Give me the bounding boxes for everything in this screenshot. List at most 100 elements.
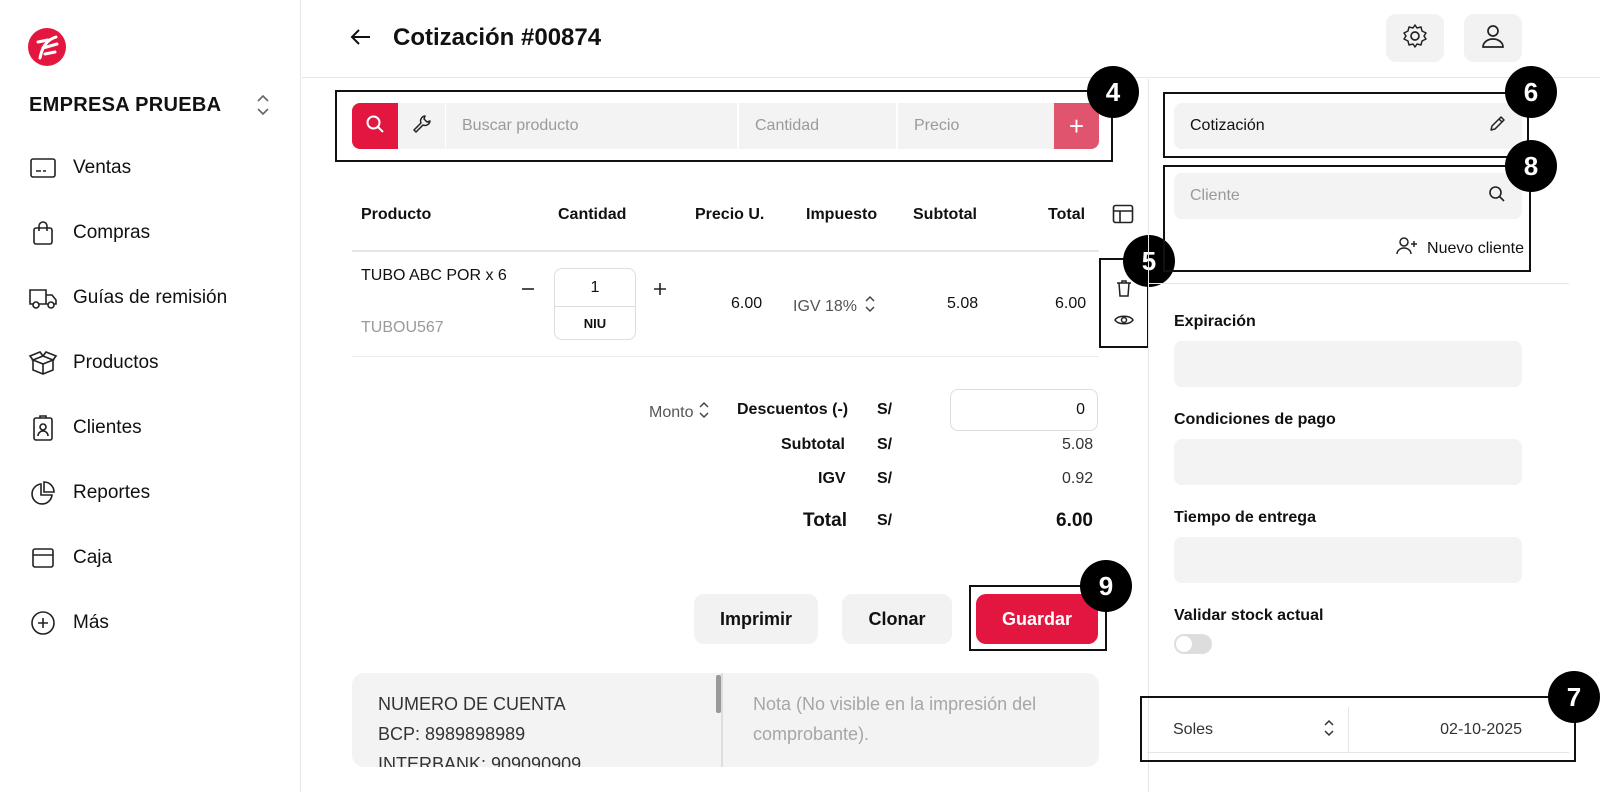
validate-stock-toggle[interactable] [1174, 634, 1212, 654]
note-input[interactable]: Nota (No visible en la impresión del com… [753, 689, 1083, 749]
annotation-badge: 9 [1080, 560, 1132, 612]
sidebar-item-label: Clientes [73, 417, 142, 438]
plus-circle-icon [28, 609, 58, 637]
user-icon [1480, 23, 1506, 54]
product-name: TUBO ABC POR x 6 [361, 267, 507, 284]
sidebar-item-label: Productos [73, 352, 159, 373]
scrollbar[interactable] [716, 675, 721, 713]
user-button[interactable] [1464, 14, 1522, 62]
search-button[interactable] [352, 103, 398, 149]
sidebar-item-reportes[interactable]: Reportes [28, 475, 268, 511]
product-search-input[interactable] [446, 103, 739, 149]
sidebar-item-ventas[interactable]: Ventas [28, 150, 268, 186]
chevron-up-down-icon [865, 295, 875, 318]
expiration-field[interactable] [1174, 341, 1522, 387]
table-header-divider [352, 250, 1099, 252]
top-header: Cotización #00874 [302, 0, 1600, 78]
new-client-label: Nuevo cliente [1427, 239, 1524, 257]
payment-terms-field[interactable] [1174, 439, 1522, 485]
discount-mode-value: Monto [649, 403, 694, 421]
pie-chart-icon [28, 479, 58, 507]
print-button[interactable]: Imprimir [694, 594, 818, 644]
column-header-quantity: Cantidad [558, 206, 627, 223]
company-selector[interactable]: EMPRESA PRUEBA [29, 92, 279, 118]
payment-terms-label: Condiciones de pago [1174, 411, 1336, 428]
sidebar-item-clientes[interactable]: Clientes [28, 410, 268, 446]
row-total: 6.00 [1055, 295, 1087, 312]
clone-button[interactable]: Clonar [842, 594, 952, 644]
right-panel-bottom-divider [1147, 752, 1569, 753]
search-icon[interactable] [1488, 185, 1506, 208]
client-placeholder: Cliente [1190, 187, 1240, 204]
gear-icon [1402, 23, 1428, 54]
sidebar-item-productos[interactable]: Productos [28, 345, 268, 381]
row-tax-selector[interactable]: IGV 18% [793, 295, 875, 318]
discount-mode-selector[interactable]: Monto [649, 401, 709, 424]
currency-symbol: S/ [877, 436, 893, 453]
wrench-icon [412, 114, 432, 139]
sidebar-item-mas[interactable]: Más [28, 605, 268, 641]
notes-area: NUMERO DE CUENTA BCP: 8989898989 INTERBA… [352, 673, 1099, 767]
sidebar-item-compras[interactable]: Compras [28, 215, 268, 251]
monitor-icon [28, 154, 58, 182]
notes-divider [721, 673, 723, 767]
annotation-badge: 8 [1505, 140, 1557, 192]
product-search-bar: + [352, 103, 1099, 149]
row-unit-selector[interactable]: NIU [555, 307, 635, 339]
sidebar-item-guias[interactable]: Guías de remisión [28, 280, 268, 316]
bank-info-text[interactable]: NUMERO DE CUENTA BCP: 8989898989 INTERBA… [378, 689, 581, 767]
subtotal-label: Subtotal [781, 436, 845, 453]
document-type-value: Cotización [1190, 117, 1265, 134]
save-button[interactable]: Guardar [976, 594, 1098, 644]
sidebar-item-label: Ventas [73, 157, 132, 178]
toggle-knob [1176, 636, 1192, 652]
currency-symbol: S/ [877, 401, 893, 418]
date-field[interactable]: 02-10-2025 [1350, 707, 1522, 753]
total-value: 6.00 [1056, 510, 1093, 531]
search-icon [365, 114, 385, 139]
chevron-up-down-icon [1324, 719, 1334, 742]
sidebar-item-label: Caja [73, 547, 113, 568]
currency-value: Soles [1173, 721, 1214, 738]
sidebar-item-caja[interactable]: Caja [28, 540, 268, 576]
currency-selector[interactable]: Soles [1147, 707, 1349, 753]
row-tax-value: IGV 18% [793, 297, 858, 315]
company-name: EMPRESA PRUEBA [29, 93, 222, 116]
shopping-bag-icon [28, 219, 58, 247]
product-code: TUBOU567 [361, 319, 444, 336]
row-quantity-value[interactable]: 1 [555, 269, 635, 307]
sidebar: EMPRESA PRUEBA Ventas Compras Guías de r… [0, 0, 301, 792]
price-input[interactable] [898, 103, 1054, 149]
box-icon [28, 349, 58, 377]
document-type-field[interactable]: Cotización [1174, 103, 1522, 149]
settings-button[interactable] [1386, 14, 1444, 62]
column-header-tax: Impuesto [806, 206, 878, 223]
row-unit-price[interactable]: 6.00 [731, 295, 762, 313]
igv-value: 0.92 [1062, 470, 1094, 487]
delivery-time-label: Tiempo de entrega [1174, 509, 1316, 526]
columns-layout-icon[interactable] [1112, 204, 1134, 229]
table-row-divider [352, 356, 1099, 357]
delivery-time-field[interactable] [1174, 537, 1522, 583]
quantity-input[interactable] [739, 103, 898, 149]
annotation-badge: 4 [1087, 66, 1139, 118]
decrease-quantity-button[interactable] [518, 276, 538, 302]
column-header-product: Producto [361, 206, 432, 223]
column-header-total: Total [1048, 206, 1086, 223]
increase-quantity-button[interactable] [650, 276, 670, 302]
tools-button[interactable] [398, 103, 446, 149]
truck-icon [28, 284, 58, 312]
row-subtotal: 5.08 [947, 295, 979, 312]
brand-logo-icon[interactable] [28, 28, 66, 66]
quantity-stepper: 1 NIU [554, 268, 636, 340]
add-product-button[interactable]: + [1054, 103, 1099, 149]
id-badge-icon [28, 414, 58, 442]
sidebar-item-label: Más [73, 612, 109, 633]
annotation-badge: 7 [1548, 671, 1600, 723]
back-arrow-icon[interactable] [348, 24, 374, 50]
client-search-field[interactable]: Cliente [1174, 173, 1522, 219]
new-client-button[interactable]: Nuevo cliente [1386, 236, 1524, 261]
pencil-icon[interactable] [1488, 115, 1506, 138]
discount-input[interactable] [950, 389, 1098, 431]
currency-symbol: S/ [877, 470, 893, 487]
